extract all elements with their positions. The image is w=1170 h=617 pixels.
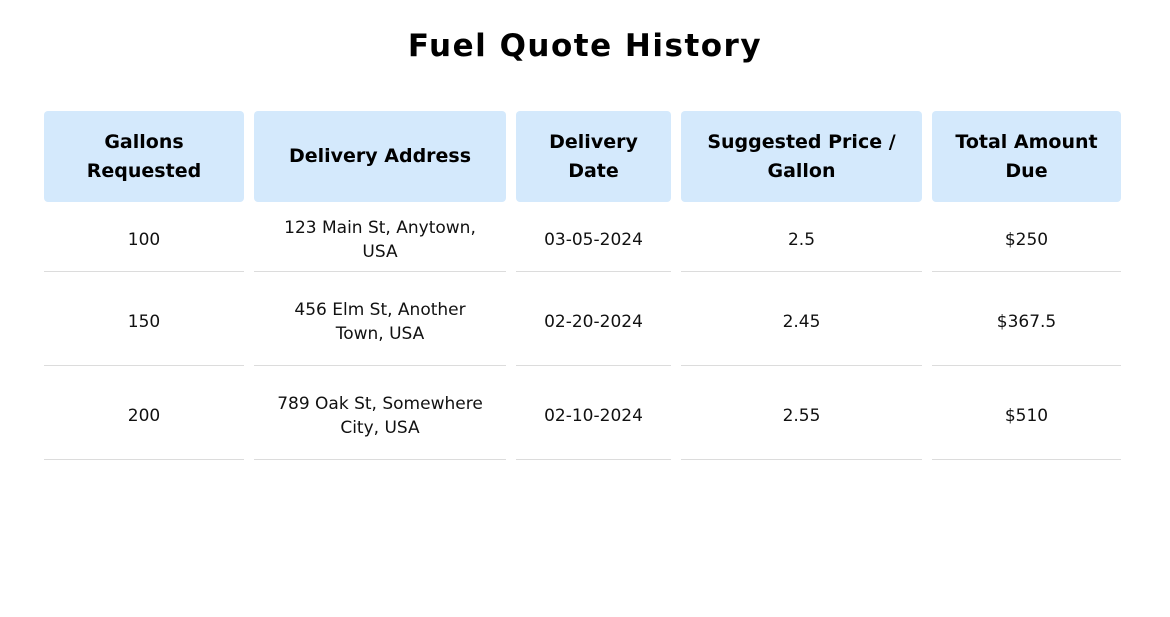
column-header-suggested-price: Suggested Price / Gallon — [681, 111, 922, 202]
cell-delivery-date: 02-10-2024 — [516, 372, 671, 460]
cell-delivery-address: 123 Main St, Anytown, USA — [254, 208, 506, 272]
fuel-quote-history-table: Gallons Requested Delivery Address Deliv… — [34, 105, 1131, 466]
cell-delivery-date: 03-05-2024 — [516, 208, 671, 272]
page-title: Fuel Quote History — [407, 28, 763, 64]
cell-gallons-requested: 100 — [44, 208, 244, 272]
cell-total-amount-due: $250 — [932, 208, 1121, 272]
table-row: 100 123 Main St, Anytown, USA 03-05-2024… — [44, 208, 1121, 272]
cell-delivery-date: 02-20-2024 — [516, 278, 671, 366]
cell-delivery-address: 456 Elm St, Another Town, USA — [254, 278, 506, 366]
table-row: 200 789 Oak St, Somewhere City, USA 02-1… — [44, 372, 1121, 460]
column-header-gallons-requested: Gallons Requested — [44, 111, 244, 202]
table-header: Gallons Requested Delivery Address Deliv… — [44, 111, 1121, 202]
cell-delivery-address: 789 Oak St, Somewhere City, USA — [254, 372, 506, 460]
fuel-quote-history-page: Fuel Quote History Gallons Requested Del… — [0, 0, 1170, 617]
cell-total-amount-due: $510 — [932, 372, 1121, 460]
cell-gallons-requested: 150 — [44, 278, 244, 366]
table-row: 150 456 Elm St, Another Town, USA 02-20-… — [44, 278, 1121, 366]
column-header-total-amount-due: Total Amount Due — [932, 111, 1121, 202]
column-header-delivery-address: Delivery Address — [254, 111, 506, 202]
cell-suggested-price: 2.45 — [681, 278, 922, 366]
cell-suggested-price: 2.5 — [681, 208, 922, 272]
header-row: Gallons Requested Delivery Address Deliv… — [44, 111, 1121, 202]
cell-suggested-price: 2.55 — [681, 372, 922, 460]
table-body: 100 123 Main St, Anytown, USA 03-05-2024… — [44, 208, 1121, 460]
cell-total-amount-due: $367.5 — [932, 278, 1121, 366]
column-header-delivery-date: Delivery Date — [516, 111, 671, 202]
cell-gallons-requested: 200 — [44, 372, 244, 460]
